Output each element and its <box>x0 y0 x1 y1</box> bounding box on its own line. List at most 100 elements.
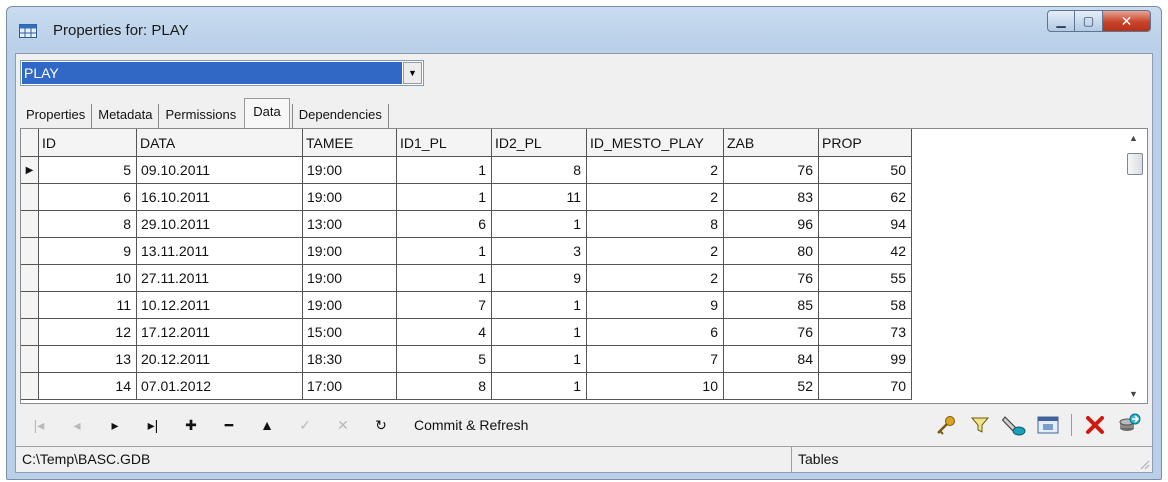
cell-tamee[interactable]: 13:00 <box>303 211 397 238</box>
cell-id1-pl[interactable]: 7 <box>397 292 492 319</box>
edit-record-button[interactable]: ▲ <box>248 411 286 439</box>
scroll-up-icon[interactable]: ▲ <box>1129 133 1138 143</box>
cell-zab[interactable]: 85 <box>724 292 819 319</box>
cell-prop[interactable]: 42 <box>819 238 912 265</box>
cell-tamee[interactable]: 19:00 <box>303 265 397 292</box>
cell-data[interactable]: 27.11.2011 <box>137 265 303 292</box>
cell-id-mesto-play[interactable]: 2 <box>587 238 724 265</box>
table-row[interactable]: 13 20.12.2011 18:30 5 1 7 84 99 <box>21 346 912 373</box>
row-indicator[interactable] <box>21 373 39 400</box>
tab-metadata[interactable]: Metadata <box>92 104 160 128</box>
cell-tamee[interactable]: 19:00 <box>303 292 397 319</box>
cell-tamee[interactable]: 15:00 <box>303 319 397 346</box>
cell-id-mesto-play[interactable]: 7 <box>587 346 724 373</box>
cell-tamee[interactable]: 19:00 <box>303 184 397 211</box>
cell-tamee[interactable]: 19:00 <box>303 238 397 265</box>
cell-id-mesto-play[interactable]: 2 <box>587 184 724 211</box>
export-button[interactable] <box>1112 411 1146 439</box>
filter-button[interactable] <box>963 411 997 439</box>
table-row[interactable]: 14 07.01.2012 17:00 8 1 10 52 70 <box>21 373 912 400</box>
cell-id[interactable]: 14 <box>39 373 137 400</box>
column-header-tamee[interactable]: TAMEE <box>303 129 397 157</box>
cell-data[interactable]: 09.10.2011 <box>137 157 303 184</box>
cell-id2-pl[interactable]: 1 <box>492 211 587 238</box>
table-row[interactable]: 10 27.11.2011 19:00 1 9 2 76 55 <box>21 265 912 292</box>
cell-data[interactable]: 13.11.2011 <box>137 238 303 265</box>
cell-id[interactable]: 6 <box>39 184 137 211</box>
cell-id-mesto-play[interactable]: 6 <box>587 319 724 346</box>
column-header-data[interactable]: DATA <box>137 129 303 157</box>
grid-view-button[interactable] <box>1031 411 1065 439</box>
row-indicator[interactable] <box>21 265 39 292</box>
cell-tamee[interactable]: 17:00 <box>303 373 397 400</box>
row-indicator[interactable] <box>21 211 39 238</box>
dropdown-arrow-icon[interactable]: ▼ <box>403 62 422 84</box>
cell-id[interactable]: 12 <box>39 319 137 346</box>
tab-permissions[interactable]: Permissions <box>159 104 242 128</box>
column-header-id2-pl[interactable]: ID2_PL <box>492 129 587 157</box>
column-header-prop[interactable]: PROP <box>819 129 912 157</box>
cell-prop[interactable]: 62 <box>819 184 912 211</box>
cell-data[interactable]: 17.12.2011 <box>137 319 303 346</box>
cell-zab[interactable]: 84 <box>724 346 819 373</box>
cell-id-mesto-play[interactable]: 2 <box>587 157 724 184</box>
insert-record-button[interactable]: ✚ <box>172 411 210 439</box>
cell-prop[interactable]: 99 <box>819 346 912 373</box>
table-row[interactable]: 8 29.10.2011 13:00 6 1 8 96 94 <box>21 211 912 238</box>
cell-prop[interactable]: 50 <box>819 157 912 184</box>
scroll-down-icon[interactable]: ▼ <box>1129 389 1138 399</box>
next-record-button[interactable]: ▸ <box>96 411 134 439</box>
cell-id1-pl[interactable]: 1 <box>397 157 492 184</box>
delete-button[interactable] <box>1078 411 1112 439</box>
cell-zab[interactable]: 76 <box>724 157 819 184</box>
table-row[interactable]: 6 16.10.2011 19:00 1 11 2 83 62 <box>21 184 912 211</box>
cell-id1-pl[interactable]: 6 <box>397 211 492 238</box>
last-record-button[interactable]: ▸| <box>134 411 172 439</box>
cell-id-mesto-play[interactable]: 10 <box>587 373 724 400</box>
cell-data[interactable]: 29.10.2011 <box>137 211 303 238</box>
data-grid[interactable]: ID DATA TAMEE ID1_PL ID2_PL ID_MESTO_PLA… <box>20 128 1148 404</box>
row-indicator[interactable] <box>21 184 39 211</box>
cell-prop[interactable]: 55 <box>819 265 912 292</box>
column-header-id[interactable]: ID <box>39 129 137 157</box>
cell-zab[interactable]: 96 <box>724 211 819 238</box>
cell-id2-pl[interactable]: 1 <box>492 373 587 400</box>
cell-id2-pl[interactable]: 9 <box>492 265 587 292</box>
cell-id2-pl[interactable]: 1 <box>492 346 587 373</box>
minimize-button[interactable]: ▁ <box>1047 10 1075 32</box>
prior-record-button[interactable]: ◂ <box>58 411 96 439</box>
cell-id1-pl[interactable]: 5 <box>397 346 492 373</box>
column-header-zab[interactable]: ZAB <box>724 129 819 157</box>
cell-prop[interactable]: 94 <box>819 211 912 238</box>
row-indicator[interactable] <box>21 238 39 265</box>
cell-id2-pl[interactable]: 8 <box>492 157 587 184</box>
resize-grip-icon[interactable] <box>1138 458 1150 470</box>
tab-data[interactable]: Data <box>244 98 290 128</box>
cell-data[interactable]: 07.01.2012 <box>137 373 303 400</box>
cell-id2-pl[interactable]: 1 <box>492 319 587 346</box>
column-header-id1-pl[interactable]: ID1_PL <box>397 129 492 157</box>
cell-id1-pl[interactable]: 8 <box>397 373 492 400</box>
cell-prop[interactable]: 70 <box>819 373 912 400</box>
cell-id1-pl[interactable]: 1 <box>397 265 492 292</box>
vertical-scrollbar[interactable]: ▲ ▼ <box>1127 131 1145 401</box>
cell-id-mesto-play[interactable]: 8 <box>587 211 724 238</box>
cell-data[interactable]: 20.12.2011 <box>137 346 303 373</box>
cell-zab[interactable]: 52 <box>724 373 819 400</box>
post-edit-button[interactable]: ✓ <box>286 411 324 439</box>
cell-id[interactable]: 8 <box>39 211 137 238</box>
delete-record-button[interactable]: ━ <box>210 411 248 439</box>
cell-prop[interactable]: 73 <box>819 319 912 346</box>
table-row[interactable]: 11 10.12.2011 19:00 7 1 9 85 58 <box>21 292 912 319</box>
scroll-thumb[interactable] <box>1127 153 1143 175</box>
cell-id1-pl[interactable]: 1 <box>397 238 492 265</box>
cell-id2-pl[interactable]: 11 <box>492 184 587 211</box>
key-button[interactable] <box>929 411 963 439</box>
cell-tamee[interactable]: 19:00 <box>303 157 397 184</box>
maximize-button[interactable]: ▢ <box>1075 10 1103 32</box>
column-header-id-mesto-play[interactable]: ID_MESTO_PLAY <box>587 129 724 157</box>
cell-id-mesto-play[interactable]: 9 <box>587 292 724 319</box>
cell-id[interactable]: 5 <box>39 157 137 184</box>
cell-zab[interactable]: 83 <box>724 184 819 211</box>
cell-id1-pl[interactable]: 1 <box>397 184 492 211</box>
